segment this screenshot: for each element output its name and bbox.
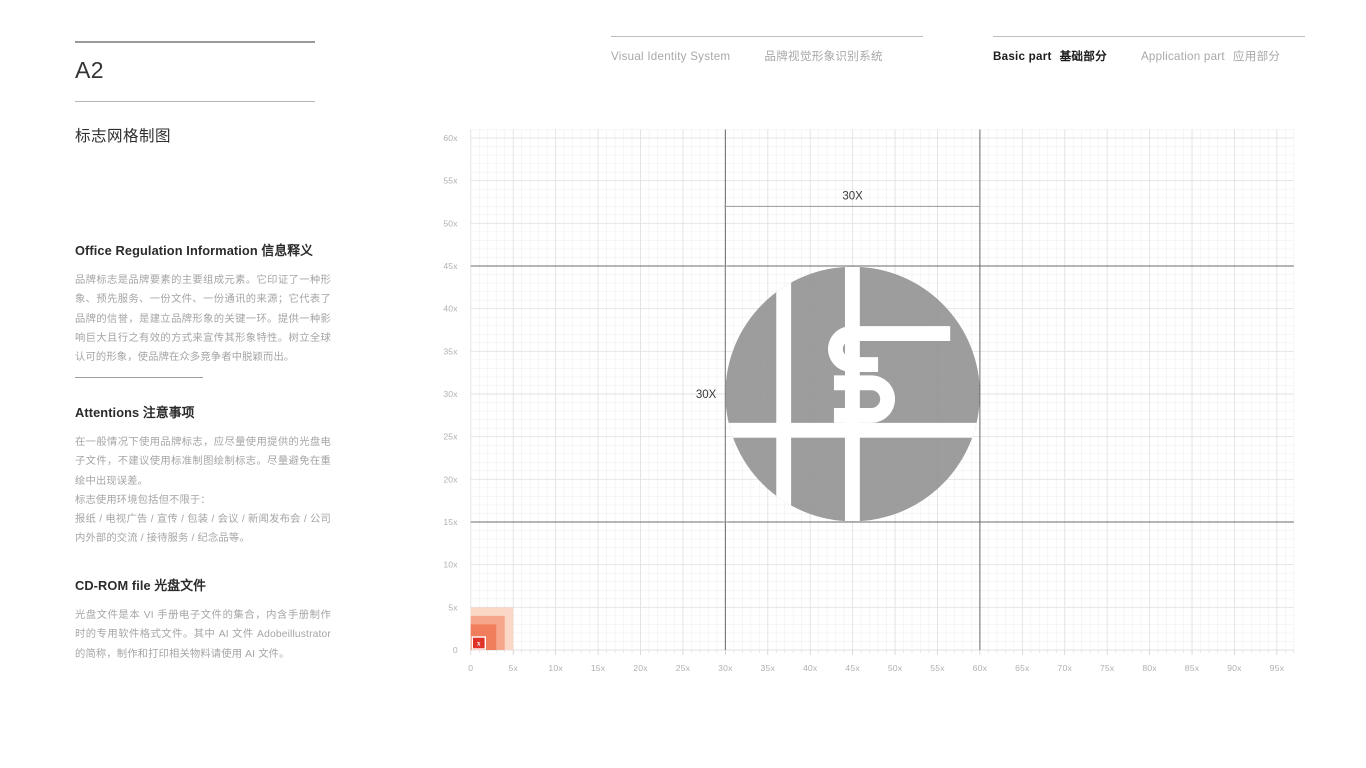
x-axis-tick-label: 10x — [548, 663, 563, 673]
page-code-underline — [75, 101, 315, 102]
y-axis-tick-label: 5x — [448, 602, 458, 612]
y-axis-tick-label: 25x — [443, 432, 458, 442]
dimension-label: 30X — [696, 389, 717, 401]
x-axis-tick-label: 0 — [468, 663, 473, 673]
block-heading: Office Regulation Information 信息释义 — [75, 243, 314, 258]
block-heading: Attentions 注意事项 — [75, 405, 195, 420]
info-block-cdrom-file: CD-ROM file 光盘文件 光盘文件是本 VI 手册电子文件的集合，内含手… — [75, 575, 331, 664]
tab-basic-part-en[interactable]: Basic part — [993, 50, 1052, 63]
x-axis-tick-label: 55x — [930, 663, 945, 673]
dimension-label: 30X — [842, 190, 863, 202]
block-paragraph: 品牌标志是品牌要素的主要组成元素。它印证了一种形象、预先服务、一份文件、一份通讯… — [75, 275, 331, 364]
construction-guide-lines — [470, 129, 1294, 650]
header-row: Basic part 基础部分 Application part 应用部分 — [993, 48, 1280, 64]
x-axis-tick-label: 5x — [508, 663, 518, 673]
y-axis-tick-label: 20x — [443, 474, 458, 484]
x-axis-tick-label: 20x — [633, 663, 648, 673]
section-divider-rule — [75, 377, 203, 378]
block-paragraph: 报纸 / 电视广告 / 宣传 / 包装 / 会议 / 新闻发布会 / 公司内外部… — [75, 514, 331, 545]
origin-marker-label: x — [477, 640, 481, 648]
tab-application-part-en[interactable]: Application part — [1141, 50, 1225, 63]
header-rule — [611, 36, 923, 37]
x-axis-tick-label: 15x — [591, 663, 606, 673]
header-rule — [993, 36, 1305, 37]
x-axis-tick-label: 65x — [1015, 663, 1030, 673]
x-axis-tick-label: 70x — [1058, 663, 1073, 673]
page-code: A2 — [75, 57, 104, 83]
block-paragraph: 光盘文件是本 VI 手册电子文件的集合，内含手册制作时的专用软件格式文件。其中 … — [75, 610, 331, 660]
x-axis-tick-label: 40x — [803, 663, 818, 673]
y-axis-tick-label: 55x — [443, 176, 458, 186]
block-paragraph: 标志使用环境包括但不限于： — [75, 494, 211, 506]
x-axis-tick-label: 95x — [1270, 663, 1285, 673]
y-axis-tick-label: 10x — [443, 560, 458, 570]
x-axis-tick-label: 50x — [888, 663, 903, 673]
x-axis-tick-label: 30x — [718, 663, 733, 673]
tab-basic-part-cn[interactable]: 基础部分 — [1060, 48, 1107, 64]
info-block-attentions: Attentions 注意事项 在一般情况下使用品牌标志，应尽量使用提供的光盘电… — [75, 402, 331, 549]
top-rule — [75, 41, 315, 43]
info-block-office-regulation: Office Regulation Information 信息释义 品牌标志是… — [75, 240, 331, 367]
left-info-column: A2 标志网格制图 Office Regulation Information … — [75, 0, 335, 768]
y-axis-tick-label: 30x — [443, 389, 458, 399]
y-axis-tick-label: 45x — [443, 261, 458, 271]
y-axis-tick-label: 40x — [443, 304, 458, 314]
header-label-vis-cn: 品牌视觉形象识别系统 — [764, 50, 883, 63]
y-axis-tick-label: 15x — [443, 517, 458, 527]
x-axis-tick-labels: 0 5x 10x 15x 20x 25x 30x 35x 40x 45x 50x 55x 60x 65x 7… — [468, 663, 1284, 673]
x-axis-tick-label: 25x — [676, 663, 691, 673]
x-axis-tick-label: 45x — [845, 663, 860, 673]
grid-major-lines — [470, 129, 1294, 651]
x-axis-tick-label: 90x — [1227, 663, 1242, 673]
origin-marker-badge: x — [471, 636, 486, 650]
block-paragraph: 在一般情况下使用品牌标志，应尽量使用提供的光盘电子文件，不建议使用标准制图绘制标… — [75, 437, 331, 487]
y-axis-tick-label: 0 — [453, 645, 458, 655]
axis-tick-marks — [470, 650, 1295, 655]
dimension-lines — [722, 203, 981, 523]
header-label-vis-en: Visual Identity System — [611, 50, 731, 63]
y-axis-tick-label: 50x — [443, 218, 458, 228]
x-axis-tick-label: 60x — [973, 663, 988, 673]
page-title: 标志网格制图 — [75, 128, 172, 145]
origin-color-swatches — [470, 607, 514, 650]
x-axis-tick-label: 75x — [1100, 663, 1115, 673]
tab-application-part-cn[interactable]: 应用部分 — [1233, 48, 1280, 64]
logo-mark — [725, 266, 980, 522]
y-axis-tick-labels: 0 5x 10x 15x 20x 25x 30x 35x 40x 45x 50x 55x 60x — [443, 133, 458, 655]
y-axis-tick-label: 60x — [443, 133, 458, 143]
x-axis-tick-label: 80x — [1142, 663, 1157, 673]
grid-minor-lines — [470, 129, 1295, 650]
x-axis-tick-label: 85x — [1185, 663, 1200, 673]
dimension-labels: 30X 30X — [696, 190, 863, 401]
block-heading: CD-ROM file 光盘文件 — [75, 578, 206, 593]
header-row: Visual Identity System 品牌视觉形象识别系统 — [611, 48, 883, 64]
x-axis-tick-label: 35x — [761, 663, 776, 673]
y-axis-tick-label: 35x — [443, 346, 458, 356]
